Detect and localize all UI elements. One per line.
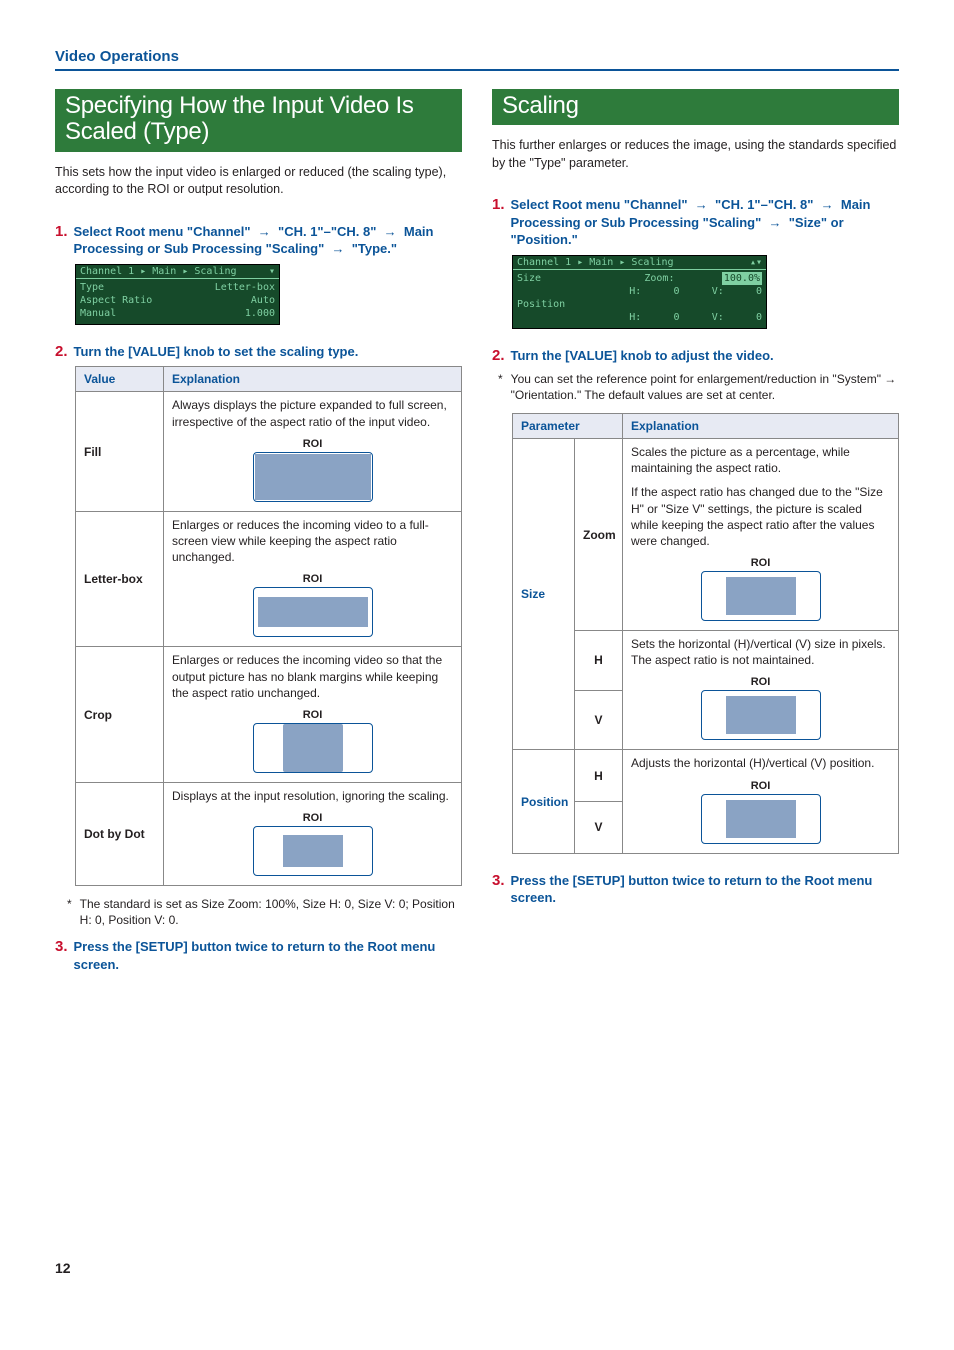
scaling-type-table: ValueExplanation Fill Always displays th… — [75, 366, 462, 886]
step-1: 1. Select Root menu "Channel" → "CH. 1"–… — [492, 196, 899, 249]
arrow-right-icon: → — [380, 224, 400, 239]
col-value: Value — [76, 367, 164, 392]
arrow-right-icon: → — [765, 215, 785, 230]
lcd-breadcrumb: Channel 1 ▸ Main ▸ Scaling — [80, 266, 237, 277]
roi-diagram: ROI — [631, 557, 890, 621]
left-column: Specifying How the Input Video Is Scaled… — [55, 89, 462, 980]
step-3: 3. Press the [SETUP] button twice to ret… — [492, 872, 899, 907]
table-row: Size Zoom Scales the picture as a percen… — [513, 438, 899, 630]
step-number: 3. — [55, 938, 68, 973]
step-number: 1. — [55, 223, 68, 258]
page-header: Video Operations — [55, 48, 899, 71]
step-number: 3. — [492, 872, 505, 907]
lcd-display: Channel 1 ▸ Main ▸ Scaling ▾ TypeLetter-… — [75, 264, 280, 325]
step-number: 1. — [492, 196, 505, 249]
table-row: Fill Always displays the picture expande… — [76, 392, 462, 511]
page-number: 12 — [55, 1260, 899, 1276]
table-row: Position H Adjusts the horizontal (H)/ve… — [513, 750, 899, 802]
right-column: Scaling This further enlarges or reduces… — [492, 89, 899, 980]
intro-type: This sets how the input video is enlarge… — [55, 164, 462, 199]
step-1: 1. Select Root menu "Channel" → "CH. 1"–… — [55, 223, 462, 258]
triangle-down-icon: ▾ — [269, 266, 275, 277]
roi-diagram: ROI — [172, 812, 453, 876]
step-text: Press the [SETUP] button twice to return… — [74, 938, 462, 973]
section-title-scaling: Scaling — [492, 89, 899, 125]
step-3: 3. Press the [SETUP] button twice to ret… — [55, 938, 462, 973]
arrow-right-icon: → — [691, 197, 711, 212]
table-row: Dot by Dot Displays at the input resolut… — [76, 782, 462, 885]
arrow-right-icon: → — [254, 224, 274, 239]
lcd-breadcrumb: Channel 1 ▸ Main ▸ Scaling — [517, 257, 674, 268]
col-parameter: Parameter — [513, 413, 623, 438]
arrow-right-icon: → — [817, 197, 837, 212]
step-text: Turn the [VALUE] knob to set the scaling… — [74, 343, 359, 361]
roi-diagram: ROI — [172, 709, 453, 773]
roi-diagram: ROI — [172, 438, 453, 502]
footnote: *The standard is set as Size Zoom: 100%,… — [67, 896, 462, 928]
step-text: Turn the [VALUE] knob to adjust the vide… — [511, 347, 774, 365]
col-explanation: Explanation — [164, 367, 462, 392]
roi-diagram: ROI — [172, 573, 453, 637]
table-row: Crop Enlarges or reduces the incoming vi… — [76, 647, 462, 783]
step-number: 2. — [492, 347, 505, 365]
roi-diagram: ROI — [631, 676, 890, 740]
table-row: Letter-box Enlarges or reduces the incom… — [76, 511, 462, 647]
lcd-display: Channel 1 ▸ Main ▸ Scaling ▴▾ SizeZoom:1… — [512, 255, 767, 329]
step-text: Select Root menu "Channel" → "CH. 1"–"CH… — [511, 196, 899, 249]
col-explanation: Explanation — [623, 413, 899, 438]
footnote: *You can set the reference point for enl… — [498, 371, 899, 403]
roi-diagram: ROI — [631, 780, 890, 844]
step-number: 2. — [55, 343, 68, 361]
scaling-params-table: ParameterExplanation Size Zoom Scales th… — [512, 413, 899, 854]
step-text: Press the [SETUP] button twice to return… — [511, 872, 899, 907]
step-text: Select Root menu "Channel" → "CH. 1"–"CH… — [74, 223, 462, 258]
step-2: 2. Turn the [VALUE] knob to set the scal… — [55, 343, 462, 361]
triangle-updown-icon: ▴▾ — [750, 257, 762, 268]
intro-scaling: This further enlarges or reduces the ima… — [492, 137, 899, 172]
arrow-right-icon: → — [328, 241, 348, 256]
section-title-type: Specifying How the Input Video Is Scaled… — [55, 89, 462, 152]
step-2: 2. Turn the [VALUE] knob to adjust the v… — [492, 347, 899, 365]
